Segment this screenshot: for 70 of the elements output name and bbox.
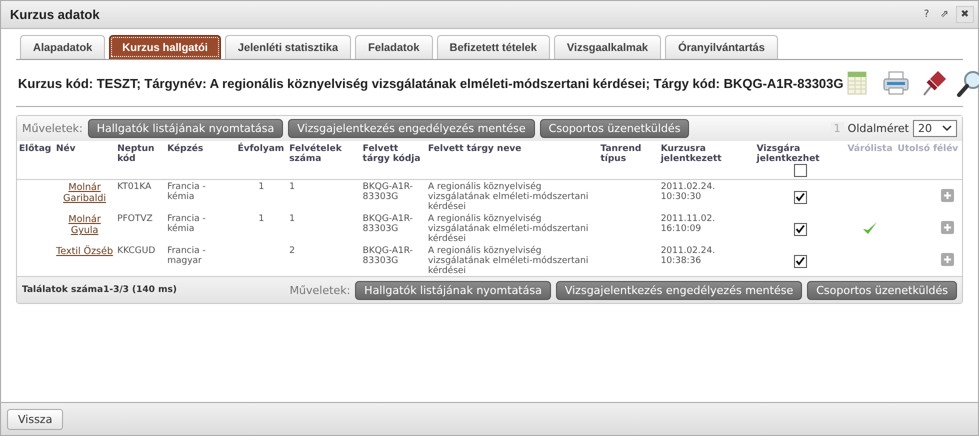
page-size-select[interactable]: 20 — [913, 120, 957, 137]
table-cell-text: 1 — [258, 182, 266, 192]
column-header: Utolsó félév — [898, 144, 958, 154]
table-cell: Francia - kémia — [167, 214, 206, 234]
tab[interactable]: Feladatok — [355, 35, 432, 59]
action-button[interactable]: Vizsgajelentkezés engedélyezés mentése — [556, 280, 802, 300]
back-button[interactable]: Vissza — [7, 408, 64, 430]
action-button[interactable]: Hallgatók listájának nyomtatása — [355, 280, 551, 300]
checkbox[interactable] — [794, 222, 807, 236]
column-header: Kurzusra jelentkezett — [660, 144, 722, 164]
table-cell: 2011.02.24. 10:30:30 — [660, 182, 716, 202]
window-title: Kurzus adatok — [10, 7, 100, 22]
close-button[interactable]: ✖ — [956, 6, 974, 23]
check-icon — [794, 224, 806, 234]
column-header: Képzés — [167, 144, 204, 154]
search-icon[interactable] — [954, 69, 979, 97]
table-cell: 2011.02.24. 10:38:36 — [660, 246, 716, 266]
table-cell: BKQG-A1R-83303G — [362, 246, 413, 266]
action-button[interactable]: Vizsgajelentkezés engedélyezés mentése — [288, 119, 535, 138]
checkbox[interactable] — [794, 190, 807, 204]
action-button[interactable]: Csoportos üzenetküldés — [540, 119, 690, 138]
check-icon — [794, 192, 806, 202]
table-cell: Francia - magyar — [167, 246, 206, 266]
table-cell: KKCGUD — [117, 246, 156, 256]
table-cell: 1 — [289, 182, 295, 192]
column-header: Felvett tárgy neve — [428, 144, 522, 154]
column-header: Felvett tárgy kódja — [362, 144, 420, 164]
table-cell: BKQG-A1R-83303G — [362, 214, 413, 234]
table-cell: A regionális köznyelviség vizsgálatának elméleti-módszertani kérdései — [428, 214, 588, 244]
table-cell: 2011.11.02. 16:10:09 — [660, 214, 716, 234]
table-cell: 1 — [289, 214, 295, 224]
caret-icon — [942, 125, 952, 132]
course-info: Kurzus kód: TESZT; Tárgynév: A regionális köznyelviség vizsgálatának elméleti-módszertani kérdései; Tárgy kód: BKQG-A1R-83303G — [18, 76, 844, 90]
check-icon — [794, 256, 806, 266]
table-cell-text: 1 — [258, 214, 266, 224]
results-count: Találatok száma1-3/3 (140 ms) — [22, 285, 177, 295]
action-button[interactable]: Hallgatók listájának nyomtatása — [88, 119, 284, 138]
tab[interactable]: Vizsgaalkalmak — [554, 35, 662, 59]
table-cell: Francia - kémia — [167, 182, 206, 202]
table-cell: A regionális köznyelviség vizsgálatának elméleti-módszertani kérdései — [428, 182, 588, 212]
printer-icon[interactable] — [880, 69, 910, 97]
tab[interactable]: Kurzus hallgatói — [109, 35, 221, 59]
column-header: Várólista — [847, 144, 893, 154]
column-header: Előtag — [19, 144, 52, 154]
student-link[interactable]: Molnár Gyula — [56, 214, 114, 236]
checkbox[interactable] — [794, 164, 807, 177]
popout-button[interactable]: ⇗ — [936, 6, 953, 23]
actions-label: Műveletek: — [22, 122, 83, 135]
table-cell: KT01KA — [117, 182, 152, 192]
tab[interactable]: Jelenléti statisztika — [224, 35, 352, 59]
tab[interactable]: Befizetett tételek — [436, 35, 550, 59]
action-button[interactable]: Csoportos üzenetküldés — [807, 280, 957, 300]
student-link[interactable]: Textil Özséb — [56, 246, 114, 257]
table-cell: A regionális köznyelviség vizsgálatának elméleti-módszertani kérdései — [428, 246, 588, 276]
table-cell: PFOTVZ — [117, 214, 153, 224]
table-cell: BKQG-A1R-83303G — [362, 182, 413, 202]
column-header: Évfolyam — [238, 144, 284, 154]
checkbox[interactable] — [794, 254, 807, 268]
column-header: Név — [56, 144, 76, 154]
page-size-label: Oldalméret — [848, 122, 909, 135]
column-header: Felvételek száma — [289, 144, 342, 164]
help-button[interactable]: ? — [920, 6, 934, 23]
column-header: Tanrend típus — [600, 144, 642, 164]
column-header: Vizsgára jelentkezhet — [756, 144, 821, 164]
table-cell: 2 — [289, 246, 295, 256]
student-link[interactable]: Molnár Garibaldi — [56, 182, 114, 204]
tab[interactable]: Óranyilvántartás — [665, 35, 778, 59]
actions-label: Műveletek: — [290, 284, 350, 296]
tab[interactable]: Alapadatok — [20, 35, 106, 59]
column-header: Neptun kód — [117, 144, 154, 164]
